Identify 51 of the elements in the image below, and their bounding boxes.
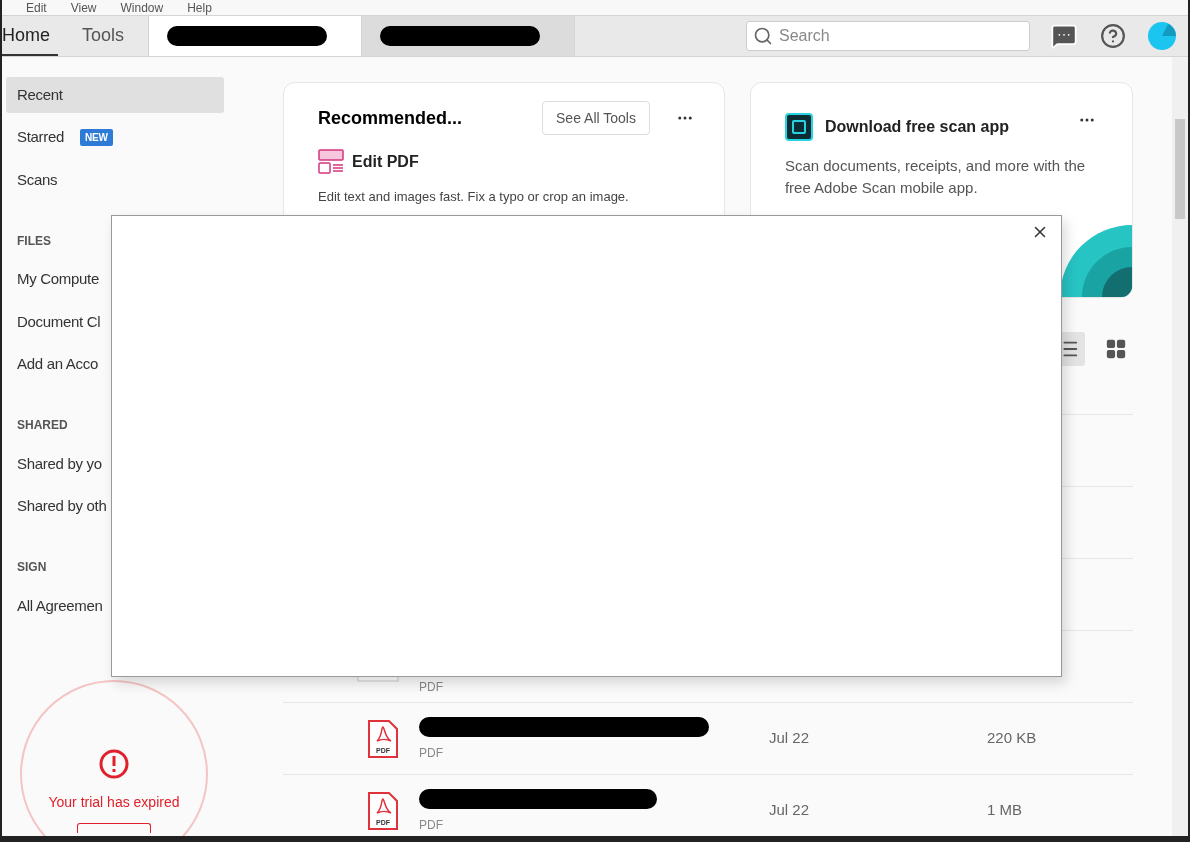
sidebar-item-label: Add an Acco [17,354,98,375]
file-type: PDF [419,747,444,759]
menu-item[interactable]: Help [187,1,212,15]
section-heading: FILES [16,232,52,250]
arcs-illustration [1060,225,1132,297]
file-size: 1 MB [987,800,1022,821]
sidebar-item[interactable]: Starred NEW [6,119,224,156]
tool-description: Edit text and images fast. Fix a typo or crop an image. [318,188,630,206]
section-heading: SHARED [16,417,69,434]
card-title: Download free scan app [824,117,1009,137]
document-tab[interactable] [361,16,574,56]
sidebar-item-label: All Agreemen [17,595,103,616]
menu-item[interactable]: Window [120,1,164,15]
sidebar-item-label: Shared by oth [17,496,107,517]
scan-app-icon [784,113,813,141]
section-heading: SIGN [16,559,48,576]
sidebar-item-label: My Compute [17,269,100,290]
search-field[interactable]: Search [746,21,1030,51]
help-icon[interactable] [1100,23,1126,49]
file-date: Jul 22 [769,800,811,821]
see-all-tools-button[interactable]: See All Tools [542,101,650,135]
scrollbar[interactable] [1172,57,1188,836]
file-type: PDF [419,819,444,831]
sidebar-item-label: Recent [17,84,63,105]
sidebar-item-label: Starred [17,127,65,148]
trial-message: Your trial has expired [48,792,180,812]
menu-item[interactable]: Edit [26,1,47,15]
edit-pdf-icon [318,149,344,175]
card-title: Recommended... [318,106,464,130]
sidebar-item-label: Document Cl [17,311,101,332]
file-size: 220 KB [987,728,1037,749]
document-tab[interactable] [148,16,361,56]
menu-item[interactable]: View [70,1,97,15]
chat-icon[interactable] [1050,22,1078,50]
sidebar-item[interactable]: Scans [6,162,224,198]
sidebar-item-label: Scans [17,169,58,190]
grid-icon [1105,338,1127,360]
search-input[interactable]: Search [779,24,1009,48]
nav-tab[interactable]: Tools [58,16,148,56]
tool-name: Edit PDF [352,152,419,172]
sidebar-item-label: Shared by yo [17,453,102,474]
trial-button[interactable] [77,822,151,833]
sidebar-item[interactable]: Recent [6,77,224,113]
nav-tab[interactable]: Home [2,16,58,56]
search-icon [753,26,773,46]
file-date: Jul 22 [769,728,811,749]
card-description: Scan documents, receipts, and more with the free Adobe Scan mobile app. [784,156,1087,198]
new-badge: NEW [80,129,113,146]
file-type: PDF [419,681,444,693]
avatar-icon[interactable] [1148,22,1176,50]
alert-icon [98,747,130,780]
